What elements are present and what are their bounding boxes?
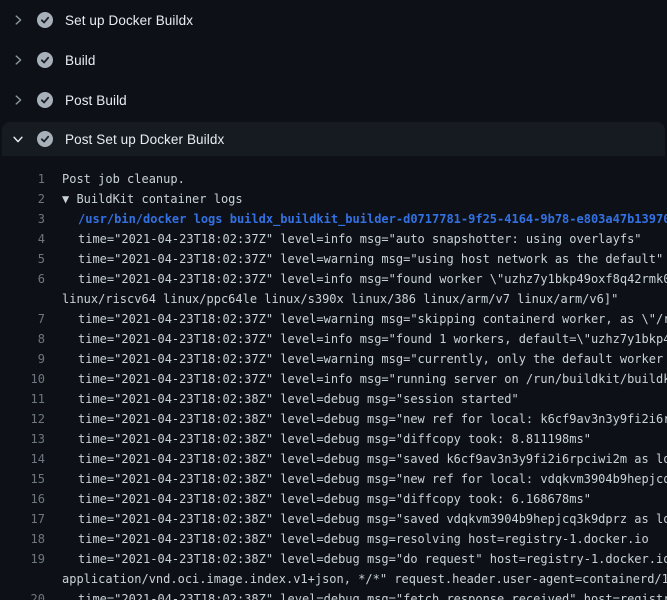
- log-line-text: Post job cleanup.: [62, 169, 185, 189]
- step-setup-docker-buildx[interactable]: Set up Docker Buildx: [0, 0, 667, 40]
- log-line-text: time="2021-04-23T18:02:38Z" level=debug …: [78, 589, 667, 600]
- log-line-number[interactable]: 20: [0, 589, 45, 600]
- check-circle-icon: [37, 12, 53, 28]
- log-line-text: time="2021-04-23T18:02:37Z" level=warnin…: [78, 309, 667, 329]
- log-row: 20 time="2021-04-23T18:02:38Z" level=debu…: [0, 589, 667, 600]
- log-line-number[interactable]: 16: [0, 489, 45, 509]
- log-line-text: time="2021-04-23T18:02:38Z" level=debug …: [78, 529, 649, 549]
- log-line-text: time="2021-04-23T18:02:38Z" level=debug …: [78, 409, 667, 429]
- log-row: 14 time="2021-04-23T18:02:38Z" level=debu…: [0, 449, 667, 469]
- log-row: 19 time="2021-04-23T18:02:38Z" level=debu…: [0, 549, 667, 569]
- log-row: 5 time="2021-04-23T18:02:37Z" level=warni…: [0, 249, 667, 269]
- log-line-number[interactable]: 3: [0, 209, 45, 229]
- log-line-text: time="2021-04-23T18:02:37Z" level=warnin…: [78, 249, 663, 269]
- step-label: Set up Docker Buildx: [65, 13, 193, 28]
- log-row: 8 time="2021-04-23T18:02:37Z" level=info …: [0, 329, 667, 349]
- log-line-number[interactable]: 14: [0, 449, 45, 469]
- log-line-number[interactable]: 7: [0, 309, 45, 329]
- log-line-number[interactable]: 18: [0, 529, 45, 549]
- chevron-down-icon: [11, 132, 25, 146]
- log-line-number[interactable]: 15: [0, 469, 45, 489]
- log-line-number[interactable]: 17: [0, 509, 45, 529]
- log-line-text: time="2021-04-23T18:02:38Z" level=debug …: [78, 449, 667, 469]
- log-row: 13 time="2021-04-23T18:02:38Z" level=debu…: [0, 429, 667, 449]
- log-line-text: time="2021-04-23T18:02:37Z" level=info m…: [78, 329, 667, 349]
- chevron-right-icon: [11, 53, 25, 67]
- log-row: 7 time="2021-04-23T18:02:37Z" level=warni…: [0, 309, 667, 329]
- log-line-number[interactable]: 13: [0, 429, 45, 449]
- log-row: 1 Post job cleanup.: [0, 169, 667, 189]
- step-list: Set up Docker Buildx Build Post Build: [0, 0, 667, 156]
- log-line-text: time="2021-04-23T18:02:37Z" level=warnin…: [78, 349, 667, 369]
- check-circle-icon: [37, 131, 53, 147]
- log-row: 11 time="2021-04-23T18:02:38Z" level=debu…: [0, 389, 667, 409]
- log-line-text: /usr/bin/docker logs buildx_buildkit_bui…: [78, 209, 667, 229]
- chevron-right-icon: [11, 13, 25, 27]
- log-row: linux/riscv64 linux/ppc64le linux/s390x …: [0, 289, 667, 309]
- step-label: Post Build: [65, 93, 127, 108]
- log-row: 12 time="2021-04-23T18:02:38Z" level=debu…: [0, 409, 667, 429]
- actions-log-viewer: Set up Docker Buildx Build Post Build: [0, 0, 667, 600]
- chevron-right-icon: [11, 93, 25, 107]
- log-line-number[interactable]: 6: [0, 269, 45, 289]
- log-row: 16 time="2021-04-23T18:02:38Z" level=debu…: [0, 489, 667, 509]
- log-line-number[interactable]: 10: [0, 369, 45, 389]
- log-line-text: time="2021-04-23T18:02:38Z" level=debug …: [78, 389, 519, 409]
- log-output: 1 Post job cleanup. 2 ▼ BuildKit container …: [0, 156, 667, 600]
- log-line-number[interactable]: 8: [0, 329, 45, 349]
- log-line-number[interactable]: 5: [0, 249, 45, 269]
- step-post-setup-docker-buildx[interactable]: Post Set up Docker Buildx: [2, 122, 665, 156]
- step-build[interactable]: Build: [0, 40, 667, 80]
- log-row: 9 time="2021-04-23T18:02:37Z" level=warni…: [0, 349, 667, 369]
- log-line-text: linux/riscv64 linux/ppc64le linux/s390x …: [62, 289, 618, 309]
- log-line-text: application/vnd.oci.image.index.v1+json,…: [62, 569, 667, 589]
- log-row: 18 time="2021-04-23T18:02:38Z" level=debu…: [0, 529, 667, 549]
- log-line-text: time="2021-04-23T18:02:38Z" level=debug …: [78, 469, 667, 489]
- check-circle-icon: [37, 52, 53, 68]
- check-circle-icon: [37, 92, 53, 108]
- log-row: application/vnd.oci.image.index.v1+json,…: [0, 569, 667, 589]
- log-row: 6 time="2021-04-23T18:02:37Z" level=info …: [0, 269, 667, 289]
- log-row: 2 ▼ BuildKit container logs: [0, 189, 667, 209]
- log-row: 17 time="2021-04-23T18:02:38Z" level=debu…: [0, 509, 667, 529]
- log-line-number[interactable]: 9: [0, 349, 45, 369]
- log-line-text: time="2021-04-23T18:02:38Z" level=debug …: [78, 549, 667, 569]
- log-line-text: time="2021-04-23T18:02:37Z" level=info m…: [78, 229, 642, 249]
- log-line-number[interactable]: 4: [0, 229, 45, 249]
- log-row: 4 time="2021-04-23T18:02:37Z" level=info …: [0, 229, 667, 249]
- log-line-text: time="2021-04-23T18:02:38Z" level=debug …: [78, 509, 667, 529]
- log-line-number[interactable]: 2: [0, 189, 45, 209]
- log-line-number[interactable]: 11: [0, 389, 45, 409]
- log-line-number[interactable]: 19: [0, 549, 45, 569]
- step-label: Post Set up Docker Buildx: [65, 132, 224, 147]
- log-line-text: time="2021-04-23T18:02:38Z" level=debug …: [78, 429, 591, 449]
- step-post-build[interactable]: Post Build: [0, 80, 667, 120]
- log-line-number[interactable]: 1: [0, 169, 45, 189]
- log-row: 15 time="2021-04-23T18:02:38Z" level=debu…: [0, 469, 667, 489]
- log-line-text: time="2021-04-23T18:02:37Z" level=info m…: [78, 369, 667, 389]
- log-group-toggle[interactable]: ▼ BuildKit container logs: [62, 189, 243, 209]
- log-row: 3/usr/bin/docker logs buildx_buildkit_bu…: [0, 209, 667, 229]
- step-label: Build: [65, 53, 96, 68]
- log-row: 10 time="2021-04-23T18:02:37Z" level=info…: [0, 369, 667, 389]
- log-line-number[interactable]: 12: [0, 409, 45, 429]
- log-line-text: time="2021-04-23T18:02:38Z" level=debug …: [78, 489, 591, 509]
- log-line-text: time="2021-04-23T18:02:37Z" level=info m…: [78, 269, 667, 289]
